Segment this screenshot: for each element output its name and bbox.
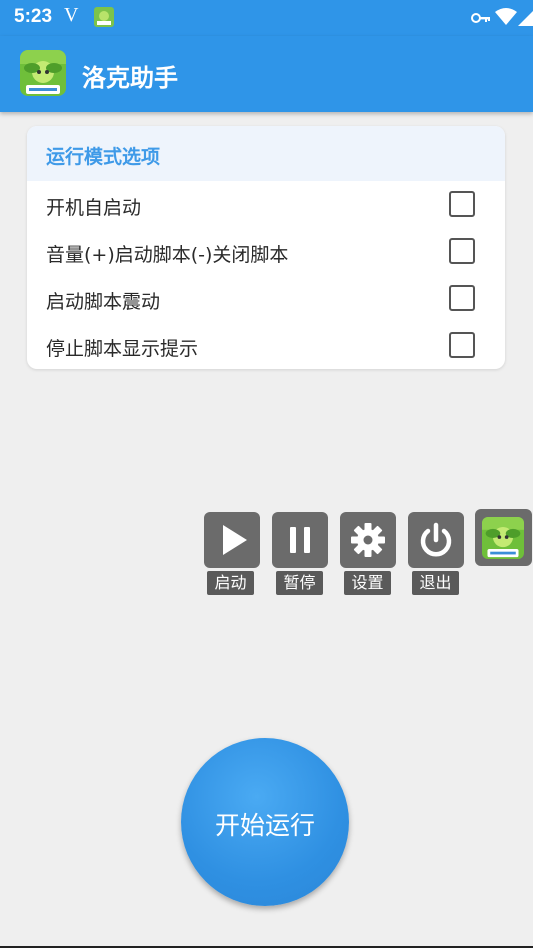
card-header: 运行模式选项: [27, 126, 505, 181]
floating-logo-button[interactable]: [475, 509, 532, 566]
autostart-checkbox[interactable]: [449, 191, 475, 217]
card-header-title: 运行模式选项: [46, 146, 161, 168]
vibrate-checkbox[interactable]: [449, 285, 475, 311]
status-bar: 5:23 V: [0, 0, 533, 36]
option-label: 开机自启动: [46, 197, 142, 219]
wifi-icon: [495, 8, 517, 30]
exit-label: 退出: [412, 571, 459, 595]
option-row-autostart[interactable]: 开机自启动: [27, 181, 505, 228]
roco-assistant-logo-icon: [482, 517, 524, 559]
start-running-button[interactable]: 开始运行: [181, 738, 349, 906]
status-time: 5:23: [14, 6, 53, 27]
power-icon: [420, 522, 452, 557]
settings-label: 设置: [344, 571, 391, 595]
pause-icon: [290, 527, 310, 553]
start-script-label: 启动: [207, 571, 254, 595]
start-running-label: 开始运行: [214, 811, 315, 840]
volume-keys-checkbox[interactable]: [449, 238, 475, 264]
option-row-stop-tip[interactable]: 停止脚本显示提示: [27, 322, 505, 369]
option-label: 音量(+)启动脚本(-)关闭脚本: [46, 244, 289, 266]
exit-button[interactable]: [408, 512, 464, 568]
app-bar: 洛克助手: [0, 36, 533, 112]
run-mode-options-card: 运行模式选项 开机自启动 音量(+)启动脚本(-)关闭脚本 启动脚本震动 停止脚…: [27, 126, 505, 369]
roco-assistant-logo-icon: [20, 50, 66, 96]
option-label: 停止脚本显示提示: [46, 338, 199, 360]
play-icon: [223, 525, 247, 555]
stop-tip-checkbox[interactable]: [449, 332, 475, 358]
signal-icon: [518, 9, 533, 30]
gear-icon: [351, 523, 385, 557]
settings-button[interactable]: [340, 512, 396, 568]
start-script-button[interactable]: [204, 512, 260, 568]
pause-script-label: 暂停: [276, 571, 323, 595]
app-notification-icon: [94, 7, 114, 27]
option-row-volume-keys[interactable]: 音量(+)启动脚本(-)关闭脚本: [27, 228, 505, 275]
option-row-vibrate[interactable]: 启动脚本震动: [27, 275, 505, 322]
carrier-glyph: V: [64, 4, 79, 26]
option-label: 启动脚本震动: [46, 291, 161, 313]
vpn-key-icon: [471, 10, 491, 29]
pause-script-button[interactable]: [272, 512, 328, 568]
app-title: 洛克助手: [82, 64, 178, 92]
